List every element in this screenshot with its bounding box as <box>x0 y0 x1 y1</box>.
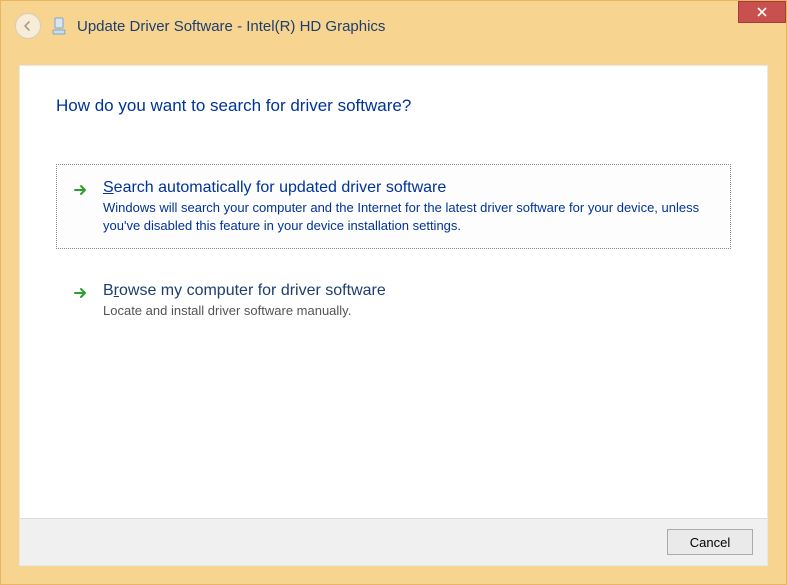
option-title: Browse my computer for driver software <box>103 282 714 300</box>
content-area: How do you want to search for driver sof… <box>19 65 768 566</box>
option-description: Locate and install driver software manua… <box>103 302 714 320</box>
window-title: Update Driver Software - Intel(R) HD Gra… <box>77 18 385 35</box>
option-title: Search automatically for updated driver … <box>103 179 714 197</box>
title-bar: Update Driver Software - Intel(R) HD Gra… <box>1 1 786 49</box>
back-arrow-icon <box>22 20 34 32</box>
option-search-automatically[interactable]: Search automatically for updated driver … <box>56 164 731 249</box>
option-body: Browse my computer for driver software L… <box>103 282 714 320</box>
arrow-right-icon <box>73 182 89 198</box>
cancel-button[interactable]: Cancel <box>667 529 753 555</box>
arrow-right-icon <box>73 285 89 301</box>
option-browse-computer[interactable]: Browse my computer for driver software L… <box>56 267 731 335</box>
close-button[interactable] <box>738 1 786 23</box>
option-description: Windows will search your computer and th… <box>103 199 714 234</box>
back-button <box>15 13 41 39</box>
wizard-window: Update Driver Software - Intel(R) HD Gra… <box>0 0 787 585</box>
close-icon <box>757 7 767 17</box>
page-heading: How do you want to search for driver sof… <box>56 96 731 116</box>
option-body: Search automatically for updated driver … <box>103 179 714 234</box>
window-chrome: Update Driver Software - Intel(R) HD Gra… <box>1 1 786 584</box>
dialog-footer: Cancel <box>20 518 767 565</box>
device-icon <box>51 16 67 36</box>
